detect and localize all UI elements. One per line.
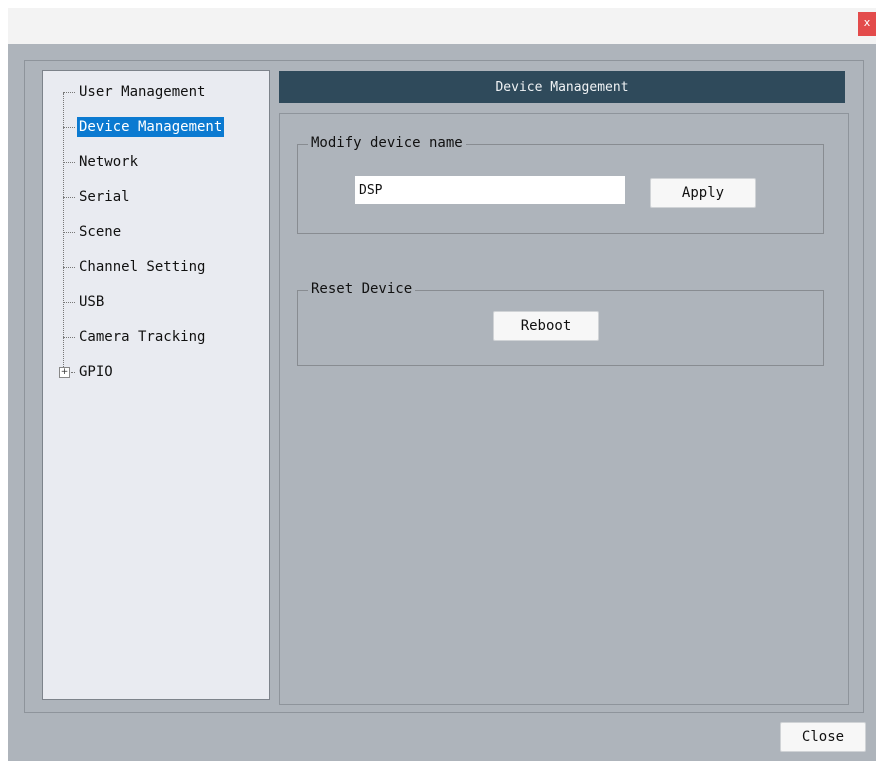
tree-branch-line: [63, 126, 75, 128]
tree-branch-line: [63, 336, 75, 338]
navigation-tree: User Management Device Management Networ…: [42, 70, 270, 700]
title-bar: [8, 8, 876, 44]
reboot-button[interactable]: Reboot: [493, 311, 599, 341]
tree-item-label: Scene: [79, 224, 122, 240]
tree-item-label: Camera Tracking: [79, 329, 206, 345]
tree-item-label: GPIO: [79, 364, 113, 380]
tree-item-serial[interactable]: Serial: [63, 184, 132, 210]
group-legend: Reset Device: [308, 281, 416, 297]
tree-branch-line: [63, 196, 75, 198]
tree-branch-line: [63, 91, 75, 93]
tree-branch-line: [63, 266, 75, 268]
tree-branch-line: [63, 301, 75, 303]
device-name-input[interactable]: DSP: [355, 176, 625, 204]
tree-branch-line: [63, 231, 75, 233]
apply-button[interactable]: Apply: [650, 178, 756, 208]
expand-plus-icon[interactable]: +: [59, 367, 70, 378]
tree-item-channel-setting[interactable]: Channel Setting: [63, 254, 207, 280]
tree-item-label: Network: [79, 154, 139, 170]
window-close-icon[interactable]: x: [858, 12, 876, 36]
tree-item-label: User Management: [79, 84, 206, 100]
tree-item-network[interactable]: Network: [63, 149, 140, 175]
close-button[interactable]: Close: [780, 722, 866, 752]
tree-item-label: USB: [79, 294, 105, 310]
tree-item-usb[interactable]: USB: [63, 289, 106, 315]
tree-item-label: Channel Setting: [79, 259, 206, 275]
panel-title: Device Management: [279, 71, 845, 103]
tree-item-user-management[interactable]: User Management: [63, 79, 207, 105]
group-legend: Modify device name: [308, 135, 466, 151]
tree-branch-line: [63, 161, 75, 163]
tree-item-scene[interactable]: Scene: [63, 219, 123, 245]
tree-item-label: Serial: [79, 189, 130, 205]
tree-item-gpio[interactable]: GPIO: [71, 359, 115, 385]
tree-item-device-management[interactable]: Device Management: [63, 114, 225, 140]
tree-item-label: Device Management: [77, 117, 225, 137]
tree-branch-line: [71, 371, 75, 373]
tree-item-camera-tracking[interactable]: Camera Tracking: [63, 324, 207, 350]
